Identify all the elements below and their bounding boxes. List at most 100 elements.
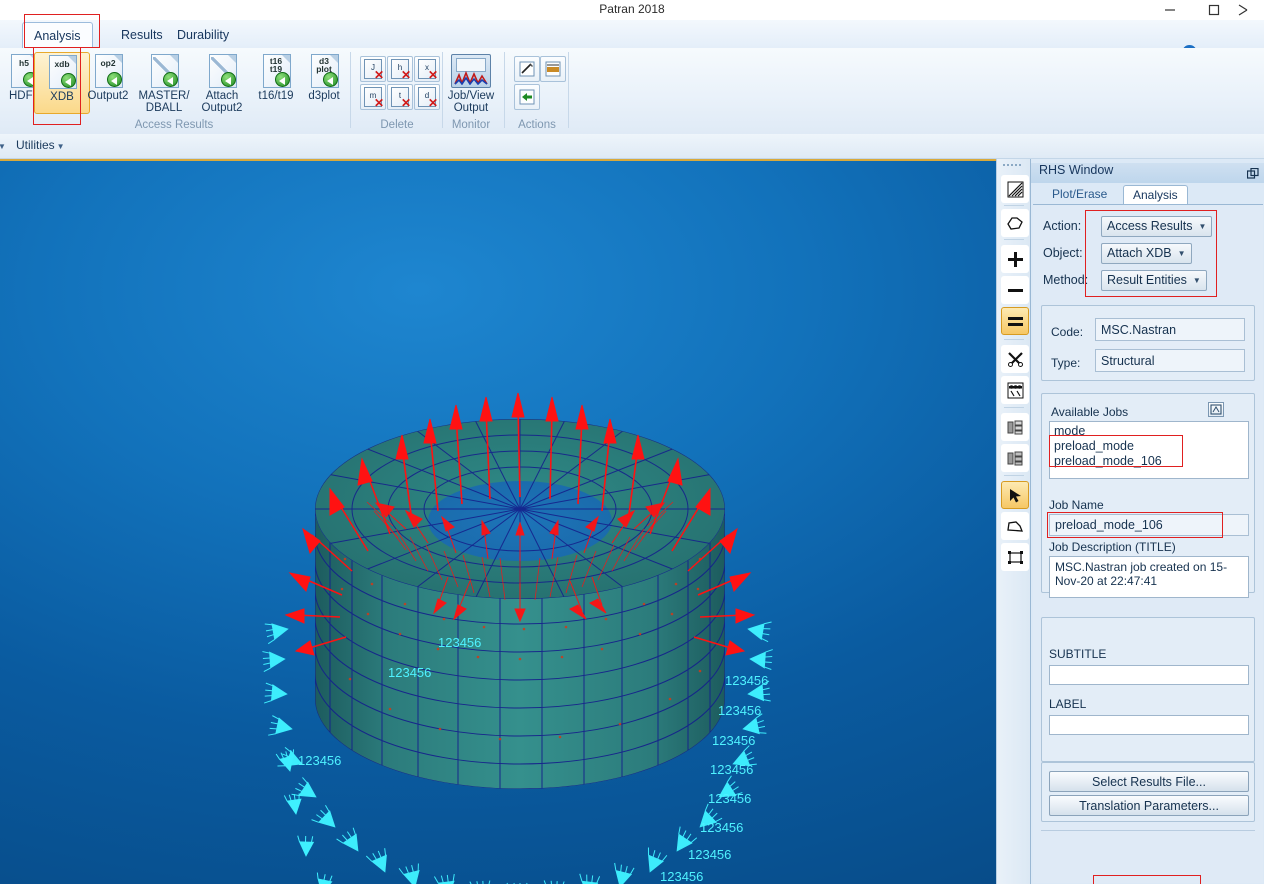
object-dropdown-value: Attach XDB <box>1107 246 1172 260</box>
row-action: Action: Access Results ▼ <box>1043 215 1213 237</box>
ribbon-tab-strip: g Analysis Results Durability ▲ ? Option… <box>0 20 1264 60</box>
delete-button-d3plot[interactable]: d ✕ <box>414 84 440 110</box>
xdb-icon-tag: xdb <box>54 59 70 69</box>
menu-item-first[interactable]: ▼ <box>0 138 6 152</box>
ribbon-button-attach-output2-label: Attach Output2 <box>201 90 243 114</box>
action-dropdown-value: Access Results <box>1107 219 1193 233</box>
list-item[interactable]: preload_mode <box>1054 439 1244 454</box>
tab-modeling[interactable]: g <box>0 22 1 48</box>
translation-parameters-button[interactable]: Translation Parameters... <box>1049 795 1249 816</box>
delete-button-job[interactable]: J ✕ <box>360 56 386 82</box>
ribbon-group-monitor: Job/View Output Monitor <box>440 48 502 134</box>
code-label: Code: <box>1051 325 1084 339</box>
group-icon <box>1007 420 1022 434</box>
available-jobs-list[interactable]: mode preload_mode preload_mode_106 <box>1049 421 1249 479</box>
equals-icon <box>1007 316 1023 326</box>
ribbon-button-output2[interactable]: op2 Output2 <box>80 52 136 114</box>
rail-button-group-unpost[interactable] <box>1001 444 1029 472</box>
delete-button-hdf5[interactable]: h ✕ <box>387 56 413 82</box>
tab-durability[interactable]: Durability <box>166 22 240 48</box>
tab-results[interactable]: Results <box>110 22 174 48</box>
ribbon-separator-4 <box>568 52 569 128</box>
label-input[interactable] <box>1049 715 1249 735</box>
jobs-filter-icon[interactable] <box>1208 402 1224 417</box>
method-dropdown[interactable]: Result Entities ▼ <box>1101 269 1207 291</box>
subtitle-input[interactable] <box>1049 665 1249 685</box>
row-object: Object: Attach XDB ▼ <box>1043 242 1192 264</box>
tab-plot-erase[interactable]: Plot/Erase <box>1043 185 1116 204</box>
rail-button-render-mode[interactable] <box>1001 175 1029 203</box>
ribbon-group-delete: J ✕ h ✕ x ✕ m ✕ t ✕ d ✕ Delete <box>354 48 440 134</box>
d3plot-icon-tag: d3 plot <box>316 56 332 74</box>
rhs-panel-title: RHS Window <box>1039 163 1114 177</box>
rhs-window-panel: RHS Window Plot/Erase Analysis Action: A… <box>1030 159 1264 884</box>
rail-button-group-post[interactable] <box>1001 413 1029 441</box>
rail-grip[interactable] <box>1003 163 1025 167</box>
rhs-tab-strip: Plot/Erase Analysis <box>1033 185 1264 206</box>
rail-button-box-pick[interactable] <box>1001 543 1029 571</box>
ribbon-group-monitor-label: Monitor <box>451 119 491 131</box>
ribbon-button-output2-label: Output2 <box>87 90 129 102</box>
actions-button-scan[interactable] <box>540 56 566 82</box>
ribbon-group-actions-label: Actions <box>518 119 556 131</box>
delete-button-master[interactable]: m ✕ <box>360 84 386 110</box>
maximize-button[interactable] <box>1192 0 1236 20</box>
select-results-file-button[interactable]: Select Results File... <box>1049 771 1249 792</box>
job-name-value: preload_mode_106 <box>1055 518 1163 532</box>
delete-t16-icon: t ✕ <box>391 87 411 109</box>
object-label: Object: <box>1043 246 1083 260</box>
rail-button-show-hide[interactable] <box>1001 345 1029 373</box>
subtitle-label-box <box>1041 617 1255 762</box>
minimize-button[interactable] <box>1148 0 1192 20</box>
tab-analysis-panel[interactable]: Analysis <box>1123 185 1188 206</box>
actions-button-edit[interactable] <box>514 56 540 82</box>
delete-button-t16[interactable]: t ✕ <box>387 84 413 110</box>
menu-item-utilities[interactable]: Utilities ▼ <box>16 138 65 152</box>
rail-divider-1 <box>1004 205 1024 206</box>
rail-button-zoom-in[interactable] <box>1001 245 1029 273</box>
select-results-file-label: Select Results File... <box>1092 774 1206 789</box>
action-dropdown[interactable]: Access Results ▼ <box>1101 215 1213 237</box>
label-label: LABEL <box>1049 697 1087 711</box>
row-method: Method: Result Entities ▼ <box>1043 269 1207 291</box>
rail-button-label-control[interactable] <box>1001 376 1029 404</box>
ribbon-button-attach-output2[interactable]: Attach Output2 <box>194 52 250 114</box>
constraint-label: 123456 <box>708 791 751 806</box>
rail-button-zoom-out[interactable] <box>1001 276 1029 304</box>
rhs-panel-body: Action: Access Results ▼ Object: Attach … <box>1033 204 1263 884</box>
pencil-icon <box>519 61 535 77</box>
actions-button-undo[interactable] <box>514 84 540 110</box>
t16-t19-icon-tag: t16 t19 <box>269 56 283 74</box>
rail-divider-4 <box>1004 407 1024 408</box>
translation-parameters-label: Translation Parameters... <box>1079 798 1219 813</box>
close-button[interactable] <box>1236 0 1264 20</box>
ribbon-button-d3plot[interactable]: d3 plot d3plot <box>296 52 352 114</box>
viewport-tool-rail <box>996 159 1032 884</box>
arrow-cursor-icon <box>1009 488 1021 502</box>
tab-analysis[interactable]: Analysis <box>22 22 93 49</box>
object-dropdown[interactable]: Attach XDB ▼ <box>1101 242 1192 264</box>
job-description-value: MSC.Nastran job created on 15-Nov-20 at … <box>1055 560 1228 588</box>
constraint-label: 123456 <box>700 820 743 835</box>
graphics-viewport[interactable]: 123456 123456 123456 123456 123456 12345… <box>0 159 996 884</box>
job-name-input[interactable]: preload_mode_106 <box>1049 514 1249 536</box>
type-label: Type: <box>1051 356 1081 370</box>
rail-button-fit-view[interactable] <box>1001 307 1029 335</box>
job-description-textarea[interactable]: MSC.Nastran job created on 15-Nov-20 at … <box>1049 556 1249 598</box>
delete-button-xdb[interactable]: x ✕ <box>414 56 440 82</box>
list-item[interactable]: preload_mode_106 <box>1054 454 1244 469</box>
undo-arrow-icon <box>519 89 535 105</box>
waveform-icon <box>454 71 488 85</box>
list-item[interactable]: mode <box>1054 424 1244 439</box>
chevron-down-icon: ▼ <box>1192 275 1201 285</box>
rail-button-polygon-pick[interactable] <box>1001 512 1029 540</box>
rail-button-select-pointer[interactable] <box>1001 481 1029 509</box>
group2-icon <box>1007 451 1022 465</box>
ribbon-button-master-dball[interactable]: MASTER/ DBALL <box>136 52 192 114</box>
ribbon-button-job-view-output[interactable]: Job/View Output <box>440 52 502 114</box>
rail-button-pan-view[interactable] <box>1001 209 1029 237</box>
job-description-label: Job Description (TITLE) <box>1049 540 1176 554</box>
undock-icon[interactable] <box>1247 168 1259 180</box>
chevron-down-icon: ▼ <box>56 142 65 151</box>
ribbon-separator-1 <box>350 52 351 128</box>
